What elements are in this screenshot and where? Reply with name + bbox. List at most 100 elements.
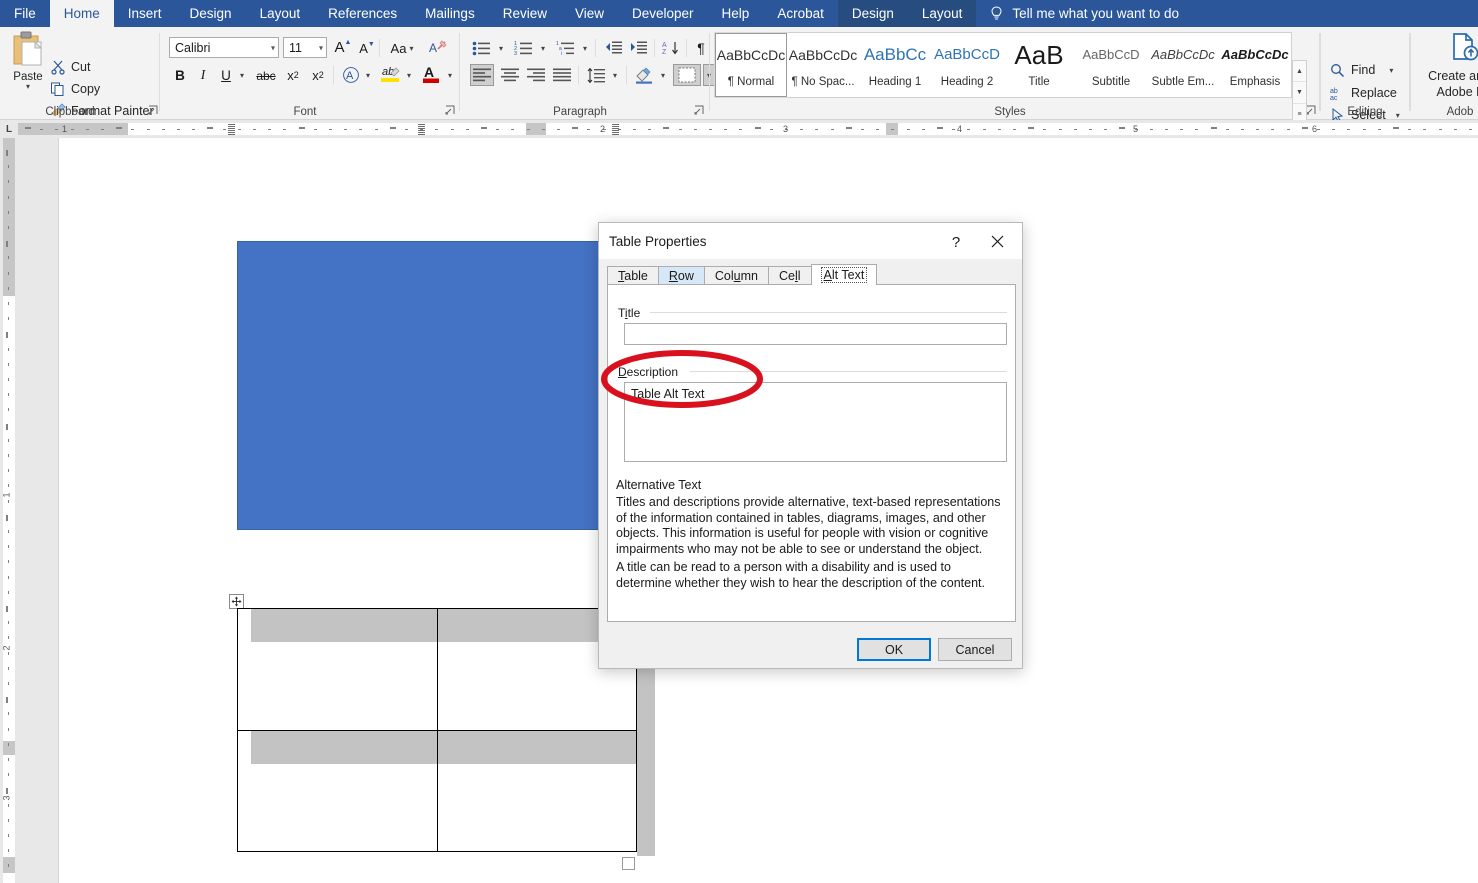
multilevel-list-dropdown[interactable]: ▾ xyxy=(579,40,591,56)
underline-button[interactable]: U xyxy=(216,65,236,85)
font-dialog-launcher[interactable] xyxy=(445,105,457,117)
bullets-dropdown[interactable]: ▾ xyxy=(495,40,507,56)
paragraph-dialog-launcher[interactable] xyxy=(694,105,706,117)
ruler-column-marker[interactable] xyxy=(612,123,619,135)
table-row[interactable] xyxy=(238,729,636,852)
find-button[interactable]: Find ▾ xyxy=(1330,60,1393,80)
strikethrough-button[interactable]: abc xyxy=(253,67,279,85)
cancel-button[interactable]: Cancel xyxy=(938,638,1012,661)
tab-stop-selector[interactable]: L xyxy=(0,120,18,138)
create-and-share-adobe-pdf-button[interactable]: Create and S Adobe PD xyxy=(1410,32,1478,100)
shading-dropdown[interactable]: ▾ xyxy=(657,67,669,83)
vertical-ruler[interactable]: 1 2 3 xyxy=(0,138,18,883)
table-resize-handle[interactable] xyxy=(622,857,635,870)
dialog-tab-column[interactable]: Column xyxy=(703,266,769,285)
style-item-subtle-em[interactable]: AaBbCcDc Subtle Em... xyxy=(1147,33,1219,97)
style-item-title[interactable]: AaB Title xyxy=(1003,33,1075,97)
align-right-button[interactable] xyxy=(524,64,548,86)
ribbon-tab-file[interactable]: File xyxy=(0,0,50,27)
ribbon-tab-insert[interactable]: Insert xyxy=(114,0,176,27)
cut-button[interactable]: Cut xyxy=(50,57,90,77)
justify-button[interactable] xyxy=(550,64,574,86)
tell-me-search[interactable]: Tell me what you want to do xyxy=(976,0,1179,27)
ok-button[interactable]: OK xyxy=(857,638,931,661)
horizontal-ruler[interactable]: L 1 2 3 4 5 6 xyxy=(0,120,1478,138)
text-effects-dropdown[interactable]: ▾ xyxy=(362,67,374,83)
table-cell[interactable] xyxy=(238,609,437,730)
dialog-tab-alt-text[interactable]: Alt Text xyxy=(810,264,878,285)
styles-scroll-down-button[interactable]: ▼ xyxy=(1293,83,1306,104)
ribbon-tab-layout-contextual[interactable]: Layout xyxy=(907,0,977,27)
ribbon-tab-developer[interactable]: Developer xyxy=(618,0,708,27)
align-left-button[interactable] xyxy=(470,64,494,86)
styles-scroll-strip[interactable]: ▲ ▼ ≡ xyxy=(1292,60,1307,126)
bullets-button[interactable] xyxy=(470,38,494,57)
text-effects-button[interactable]: A xyxy=(340,65,362,85)
dialog-tab-table[interactable]: Table xyxy=(607,266,659,285)
ruler-column-marker[interactable] xyxy=(418,123,425,135)
text-highlight-dropdown[interactable]: ▾ xyxy=(403,67,415,83)
numbering-button[interactable]: 1 2 3 xyxy=(512,38,536,57)
styles-scroll-up-button[interactable]: ▲ xyxy=(1293,61,1306,82)
font-size-combobox[interactable]: 11 ▾ xyxy=(283,37,327,58)
clear-formatting-button[interactable]: A xyxy=(427,37,449,58)
ribbon-tab-mailings[interactable]: Mailings xyxy=(411,0,489,27)
dialog-tab-row[interactable]: Row xyxy=(657,266,705,285)
multilevel-list-button[interactable]: 1 a i xyxy=(554,38,578,57)
chevron-down-icon[interactable]: ▾ xyxy=(271,43,275,52)
font-color-dropdown[interactable]: ▾ xyxy=(444,67,456,83)
subscript-button[interactable]: x2 xyxy=(282,65,304,85)
grow-font-button[interactable]: A ▲ xyxy=(332,37,354,58)
table-cell[interactable] xyxy=(238,730,437,852)
font-color-button[interactable]: A xyxy=(419,63,443,85)
style-item-no-spac[interactable]: AaBbCcDc ¶ No Spac... xyxy=(787,33,859,97)
blue-rectangle[interactable] xyxy=(237,241,619,530)
line-spacing-dropdown[interactable]: ▾ xyxy=(609,67,621,83)
decrease-indent-button[interactable] xyxy=(602,38,624,57)
help-icon[interactable]: ? xyxy=(945,231,967,253)
chevron-down-icon[interactable]: ▾ xyxy=(26,83,30,91)
alt-text-description-input[interactable]: Table Alt Text xyxy=(624,382,1007,462)
styles-gallery[interactable]: AaBbCcDc ¶ Normal AaBbCcDc ¶ No Spac... AaBb… xyxy=(714,32,1292,98)
align-center-button[interactable] xyxy=(498,64,522,86)
change-case-button[interactable]: Aa ▾ xyxy=(385,38,419,58)
ribbon-tab-design-contextual[interactable]: Design xyxy=(837,0,908,27)
dialog-tab-cell[interactable]: Cell xyxy=(768,266,812,285)
underline-dropdown[interactable]: ▾ xyxy=(236,67,248,83)
borders-button[interactable] xyxy=(673,64,701,86)
ribbon-tab-acrobat[interactable]: Acrobat xyxy=(763,0,838,27)
ribbon-tab-layout[interactable]: Layout xyxy=(246,0,315,27)
ribbon-tab-help[interactable]: Help xyxy=(708,0,764,27)
shading-button[interactable] xyxy=(632,64,656,86)
style-item-heading-1[interactable]: AaBbCс Heading 1 xyxy=(859,33,931,97)
sort-button[interactable]: A Z xyxy=(660,38,682,57)
paste-button[interactable]: Paste ▾ xyxy=(8,31,48,101)
ribbon-tab-view[interactable]: View xyxy=(561,0,618,27)
ribbon-tab-home[interactable]: Home xyxy=(49,0,114,27)
style-item-emphasis[interactable]: AaBbCcDc Emphasis xyxy=(1219,33,1291,97)
italic-button[interactable]: I xyxy=(193,65,213,85)
style-item-heading-2[interactable]: AaBbCcD Heading 2 xyxy=(931,33,1003,97)
ribbon-tab-review[interactable]: Review xyxy=(489,0,561,27)
ribbon-tab-references[interactable]: References xyxy=(314,0,411,27)
alt-text-title-input[interactable] xyxy=(624,323,1007,345)
copy-button[interactable]: Copy xyxy=(50,79,100,99)
increase-indent-button[interactable] xyxy=(627,38,649,57)
ribbon-tab-design[interactable]: Design xyxy=(176,0,246,27)
style-item-subtitle[interactable]: AaBbCcD Subtitle xyxy=(1075,33,1147,97)
chevron-down-icon[interactable]: ▾ xyxy=(319,43,323,52)
document-table[interactable] xyxy=(237,608,637,852)
replace-button[interactable]: ab ac Replace xyxy=(1330,83,1397,103)
dialog-tab-strip[interactable]: Table Row Column Cell Alt Text xyxy=(607,264,878,285)
bold-button[interactable]: B xyxy=(170,65,190,85)
style-item-normal[interactable]: AaBbCcDc ¶ Normal xyxy=(714,32,788,98)
shrink-font-button[interactable]: A ▼ xyxy=(356,38,378,59)
table-move-handle[interactable] xyxy=(229,594,244,609)
table-row[interactable] xyxy=(238,609,636,730)
chevron-down-icon[interactable]: ▾ xyxy=(1389,66,1393,74)
numbering-dropdown[interactable]: ▾ xyxy=(537,40,549,56)
font-name-combobox[interactable]: Calibri ▾ xyxy=(169,37,279,58)
ruler-column-marker[interactable] xyxy=(228,123,235,135)
show-formatting-marks-button[interactable]: ¶ xyxy=(691,38,711,57)
table-cell[interactable] xyxy=(436,730,636,851)
